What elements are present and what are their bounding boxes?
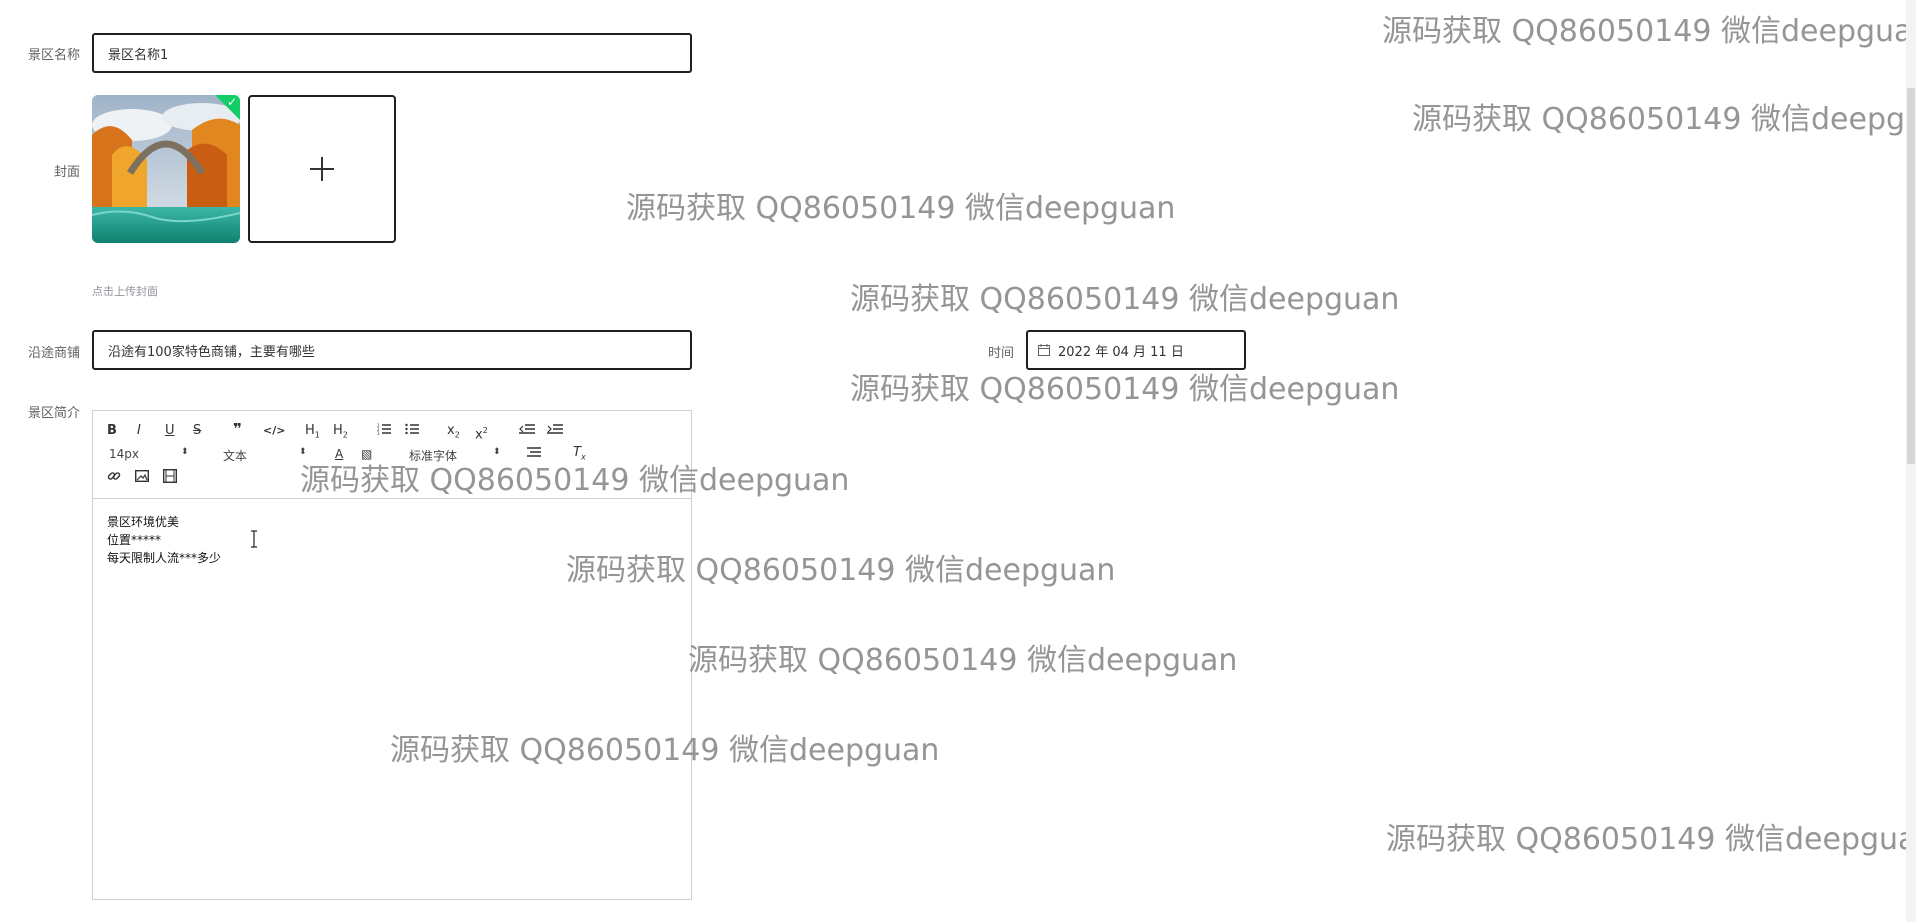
video-icon[interactable] [162, 468, 178, 488]
superscript-button[interactable]: x2 [475, 423, 488, 443]
cover-label: 封面 [53, 165, 80, 180]
cover-image [92, 95, 240, 243]
calendar-icon [1038, 344, 1050, 356]
background-color-icon[interactable]: ▧ [361, 446, 372, 462]
shops-input[interactable]: 沿途有100家特色商铺，主要有哪些 [92, 330, 692, 370]
ordered-list-icon[interactable]: 123 [377, 422, 391, 441]
align-icon[interactable] [527, 446, 541, 463]
h2-button[interactable]: H2 [333, 423, 348, 444]
watermark: 源码获取 QQ86050149 微信deepguan [1386, 822, 1916, 857]
font-color-icon[interactable]: A [335, 446, 343, 462]
quote-icon[interactable]: ❞ [233, 421, 242, 437]
italic-button[interactable]: I [137, 423, 141, 439]
watermark: 源码获取 QQ86050149 微信deepguan [850, 282, 1400, 317]
text-cursor-icon [250, 530, 258, 548]
font-size-value: 14px [109, 447, 139, 461]
image-icon[interactable] [134, 469, 150, 488]
font-family-value: 标准字体 [409, 449, 458, 463]
select-arrows-icon: ⬍ [493, 447, 501, 457]
scrollbar-thumb[interactable] [1907, 88, 1915, 464]
bold-button[interactable]: B [107, 423, 117, 439]
code-icon[interactable]: </> [263, 423, 285, 439]
time-label: 时间 [987, 346, 1014, 361]
text-style-value: 文本 [223, 449, 248, 463]
text-style-select[interactable]: 文本 ⬍ [223, 447, 307, 464]
select-arrows-icon: ⬍ [181, 447, 189, 457]
cover-upload-button[interactable] [248, 95, 396, 243]
font-family-select[interactable]: 标准字体 ⬍ [409, 447, 501, 464]
watermark: 源码获取 QQ86050149 微信deepguan [688, 643, 1238, 678]
strike-button[interactable]: S [193, 423, 201, 439]
date-picker[interactable]: 2022 年 04 月 11 日 [1026, 330, 1246, 370]
h1-button[interactable]: H1 [305, 423, 320, 444]
shops-input-value: 沿途有100家特色商铺，主要有哪些 [108, 344, 315, 360]
shops-label: 沿途商铺 [27, 346, 80, 361]
svg-text:3: 3 [377, 431, 380, 436]
underline-button[interactable]: U [165, 423, 175, 439]
bullet-list-icon[interactable] [405, 422, 419, 441]
editor-line: 位置***** [107, 533, 162, 547]
rich-text-editor: B I U S ❞ </> H1 H2 123 x2 x2 14px ⬍ 文本 … [92, 410, 692, 900]
editor-line: 景区环境优美 [107, 515, 180, 529]
intro-label: 景区简介 [27, 406, 80, 421]
watermark: 源码获取 QQ86050149 微信deepguan [1382, 14, 1916, 49]
link-icon[interactable] [107, 469, 121, 488]
check-icon: ✓ [226, 95, 237, 109]
plus-icon [310, 157, 334, 181]
editor-toolbar: B I U S ❞ </> H1 H2 123 x2 x2 14px ⬍ 文本 … [93, 411, 691, 499]
indent-icon[interactable] [547, 422, 563, 441]
watermark: 源码获取 QQ86050149 微信deepguan [850, 372, 1400, 407]
font-size-select[interactable]: 14px ⬍ [109, 447, 189, 461]
date-value: 2022 年 04 月 11 日 [1058, 344, 1184, 360]
cover-hint: 点击上传封面 [92, 285, 158, 298]
clear-format-icon[interactable]: Tx [573, 445, 586, 466]
watermark: 源码获取 QQ86050149 微信deepguan [1412, 102, 1916, 137]
editor-content[interactable]: 景区环境优美 位置***** 每天限制人流***多少 [107, 513, 221, 567]
cover-thumbnail[interactable]: ✓ [92, 95, 240, 243]
subscript-button[interactable]: x2 [447, 423, 460, 444]
name-label: 景区名称 [27, 48, 80, 63]
watermark: 源码获取 QQ86050149 微信deepguan [626, 191, 1176, 226]
name-input[interactable]: 景区名称1 [92, 33, 692, 73]
editor-line: 每天限制人流***多少 [107, 551, 222, 565]
name-input-value: 景区名称1 [108, 47, 169, 63]
outdent-icon[interactable] [519, 422, 535, 441]
select-arrows-icon: ⬍ [299, 447, 307, 457]
